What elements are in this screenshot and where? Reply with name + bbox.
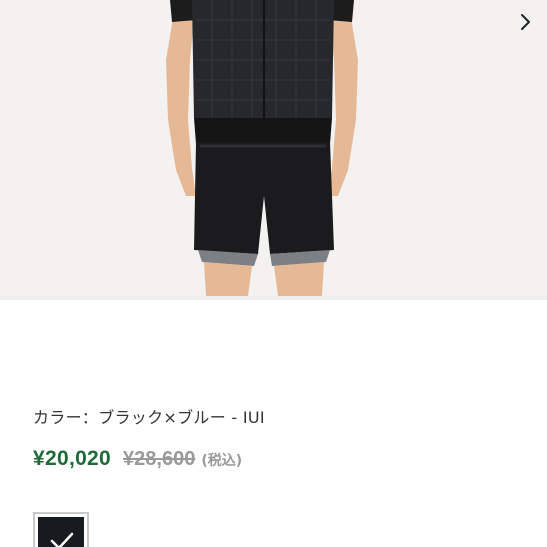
price-row: ¥20,020 ¥28,600 (税込) (33, 447, 242, 471)
original-price: ¥28,600 (123, 448, 196, 470)
chevron-right-icon (521, 14, 530, 30)
sale-price: ¥20,020 (33, 447, 112, 470)
product-image-gallery[interactable] (0, 0, 547, 300)
tax-included-note: (税込) (201, 453, 243, 469)
photo-floor (0, 296, 547, 300)
check-icon (50, 532, 74, 547)
product-photo (166, 0, 358, 296)
color-swatch-selected[interactable] (33, 512, 89, 547)
swatch-color (38, 517, 84, 547)
next-image-button[interactable] (511, 8, 539, 36)
product-color-label: カラー：ブラック×ブルー - IUI (33, 408, 265, 427)
product-page: カラー：ブラック×ブルー - IUI ¥20,020 ¥28,600 (税込) (0, 0, 547, 547)
